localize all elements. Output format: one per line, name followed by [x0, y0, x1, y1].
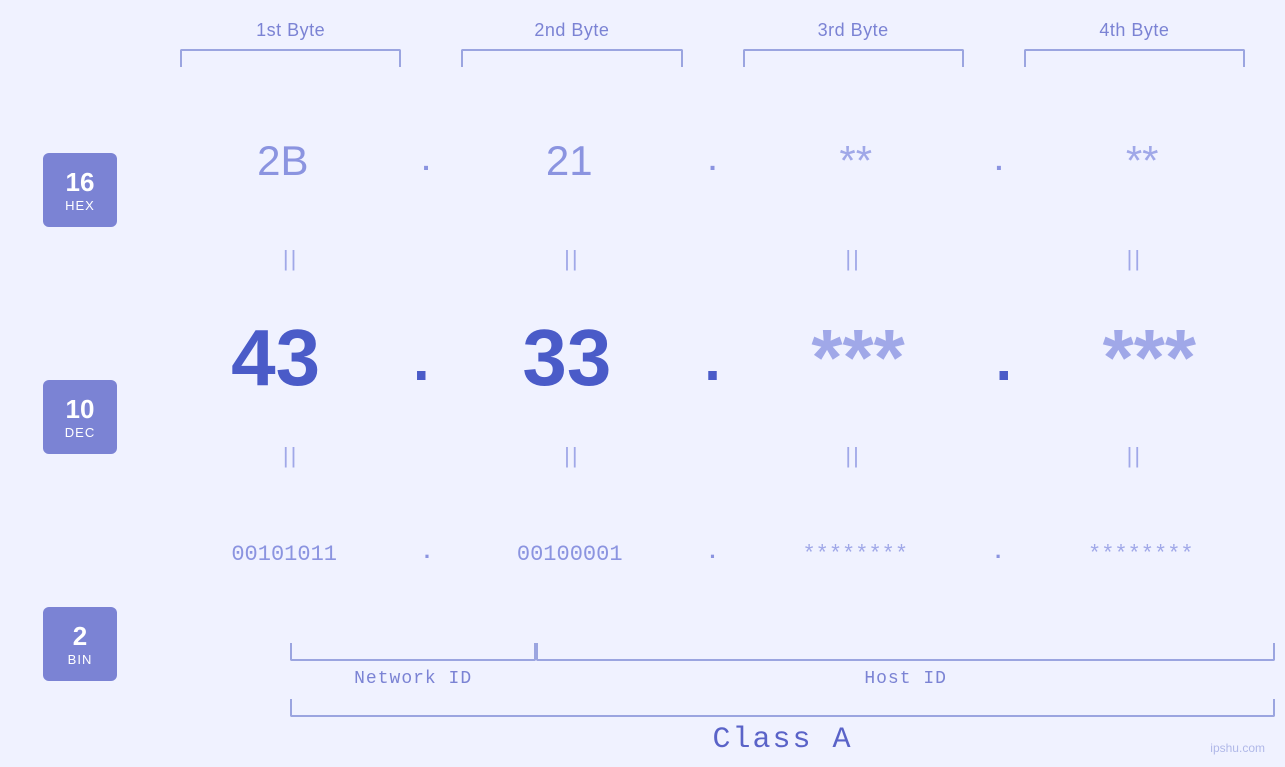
bin-val-2: 00100001 — [517, 542, 623, 567]
watermark: ipshu.com — [1210, 741, 1265, 755]
hex-badge-number: 16 — [66, 167, 95, 198]
equals-cell-1a: || — [150, 246, 431, 272]
bin-cell-3: ******** — [721, 542, 989, 567]
badges-column: 16 HEX 10 DEC 2 BIN — [10, 77, 150, 757]
dec-cell-3: *** — [733, 312, 984, 404]
equals-1b: || — [283, 443, 298, 469]
bin-dot-1: . — [420, 540, 433, 569]
byte3-header: 3rd Byte — [713, 20, 994, 41]
dec-dot-3: . — [986, 331, 1022, 404]
main-container: 1st Byte 2nd Byte 3rd Byte 4th Byte 16 H… — [0, 0, 1285, 767]
equals-cell-2b: || — [431, 443, 712, 469]
dec-values-row: 43 . 33 . *** . *** — [150, 312, 1275, 404]
equals-1a: || — [283, 246, 298, 272]
class-section: Class A — [150, 699, 1275, 757]
bracket-cell-4 — [994, 49, 1275, 67]
bracket-cell-1 — [150, 49, 431, 67]
dec-val-2: 33 — [522, 312, 611, 404]
bin-values-row: 00101011 . 00100001 . ******** . *******… — [150, 540, 1275, 569]
bracket-cell-3 — [713, 49, 994, 67]
equals-2b: || — [564, 443, 579, 469]
byte2-header: 2nd Byte — [431, 20, 712, 41]
dec-row: 43 . 33 . *** . *** — [150, 274, 1275, 441]
equals-cell-1b: || — [150, 443, 431, 469]
hex-val-1: 2B — [257, 137, 308, 185]
network-bracket — [290, 643, 536, 661]
equals-3a: || — [845, 246, 860, 272]
bracket-2 — [461, 49, 682, 67]
equals-row-2: || || || || — [150, 441, 1275, 471]
bin-badge: 2 BIN — [43, 607, 117, 681]
bin-dot-2: . — [706, 540, 719, 569]
bin-row: 00101011 . 00100001 . ******** . *******… — [150, 471, 1275, 638]
content-area: 16 HEX 10 DEC 2 BIN 2B . — [10, 77, 1275, 757]
bin-badge-label: BIN — [68, 652, 93, 667]
bracket-cell-2 — [431, 49, 712, 67]
dec-cell-2: 33 — [441, 312, 692, 404]
equals-cell-4a: || — [994, 246, 1275, 272]
hex-badge: 16 HEX — [43, 153, 117, 227]
bin-badge-number: 2 — [73, 621, 87, 652]
bracket-1 — [180, 49, 401, 67]
hex-cell-1: 2B — [150, 137, 416, 185]
hex-dot-1: . — [418, 148, 435, 185]
dec-val-1: 43 — [231, 312, 320, 404]
hex-val-4: ** — [1126, 137, 1159, 185]
hex-row: 2B . 21 . ** . ** — [150, 77, 1275, 244]
top-brackets — [10, 49, 1275, 67]
host-bracket — [536, 643, 1275, 661]
hex-badge-label: HEX — [65, 198, 95, 213]
network-id-label: Network ID — [290, 669, 536, 689]
bracket-3 — [743, 49, 964, 67]
hex-values-row: 2B . 21 . ** . ** — [150, 137, 1275, 185]
hex-cell-4: ** — [1009, 137, 1275, 185]
equals-cell-3a: || — [713, 246, 994, 272]
equals-row-1: || || || || — [150, 244, 1275, 274]
dec-dot-2: . — [694, 331, 730, 404]
equals-4b: || — [1127, 443, 1142, 469]
dec-cell-4: *** — [1024, 312, 1275, 404]
bin-val-3: ******** — [802, 542, 908, 567]
bin-cell-1: 00101011 — [150, 542, 418, 567]
class-label: Class A — [290, 723, 1275, 757]
bin-cell-2: 00100001 — [436, 542, 704, 567]
dec-dot-1: . — [403, 331, 439, 404]
equals-2a: || — [564, 246, 579, 272]
dec-badge: 10 DEC — [43, 380, 117, 454]
hex-dot-3: . — [991, 148, 1008, 185]
equals-cell-2a: || — [431, 246, 712, 272]
hex-val-2: 21 — [546, 137, 593, 185]
dec-val-4: *** — [1103, 312, 1196, 404]
bin-val-1: 00101011 — [231, 542, 337, 567]
bin-dot-3: . — [991, 540, 1004, 569]
bin-val-4: ******** — [1088, 542, 1194, 567]
host-id-label: Host ID — [536, 669, 1275, 689]
dec-badge-label: DEC — [65, 425, 95, 440]
equals-cell-4b: || — [994, 443, 1275, 469]
bottom-brackets — [290, 643, 1275, 661]
byte1-header: 1st Byte — [150, 20, 431, 41]
bin-cell-4: ******** — [1007, 542, 1275, 567]
dec-val-3: *** — [811, 312, 904, 404]
byte-headers: 1st Byte 2nd Byte 3rd Byte 4th Byte — [10, 20, 1275, 41]
hex-cell-2: 21 — [436, 137, 702, 185]
equals-3b: || — [845, 443, 860, 469]
dec-cell-1: 43 — [150, 312, 401, 404]
hex-dot-2: . — [704, 148, 721, 185]
hex-cell-3: ** — [723, 137, 989, 185]
class-bracket — [290, 699, 1275, 717]
bottom-section: Network ID Host ID — [150, 643, 1275, 689]
dec-badge-number: 10 — [66, 394, 95, 425]
equals-4a: || — [1127, 246, 1142, 272]
bottom-labels: Network ID Host ID — [290, 669, 1275, 689]
bracket-4 — [1024, 49, 1245, 67]
byte4-header: 4th Byte — [994, 20, 1275, 41]
equals-cell-3b: || — [713, 443, 994, 469]
hex-val-3: ** — [839, 137, 872, 185]
ip-columns: 2B . 21 . ** . ** — [150, 77, 1275, 757]
